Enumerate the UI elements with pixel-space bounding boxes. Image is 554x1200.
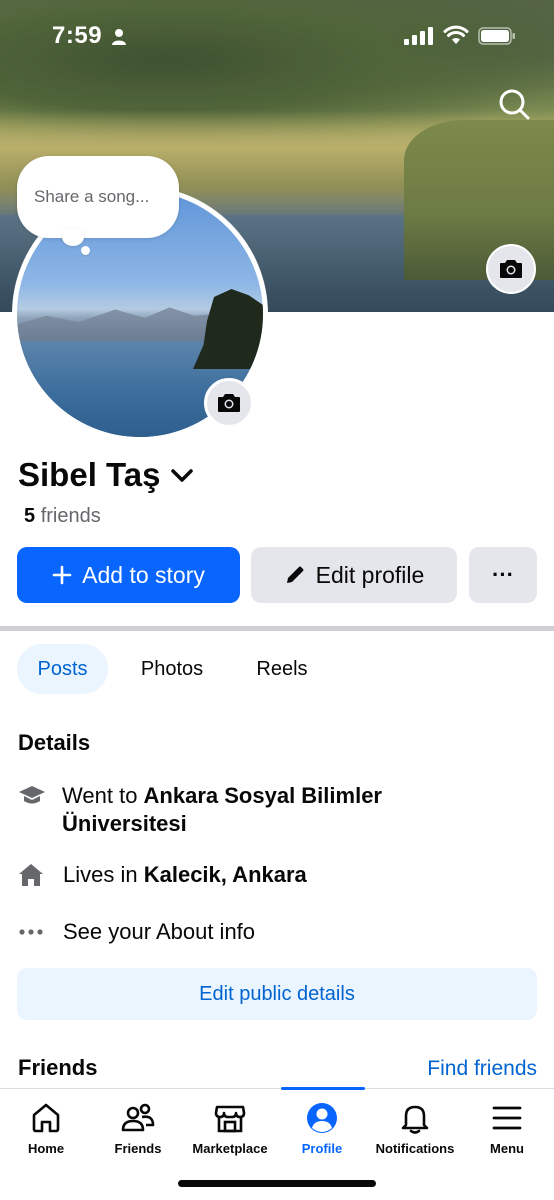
tab-reels[interactable]: Reels bbox=[248, 644, 316, 694]
lives-prefix: Lives in bbox=[63, 862, 144, 887]
wifi-icon bbox=[443, 25, 469, 44]
bell-icon bbox=[401, 1105, 429, 1134]
search-icon[interactable] bbox=[496, 86, 532, 122]
more-button[interactable]: ··· bbox=[469, 547, 537, 603]
battery-icon bbox=[478, 27, 515, 45]
section-divider bbox=[0, 626, 554, 631]
tab-photos[interactable]: Photos bbox=[130, 644, 214, 694]
detail-about[interactable]: See your About info bbox=[18, 918, 255, 946]
profile-name: Sibel Taş bbox=[18, 456, 161, 493]
detail-lives: Lives in Kalecik, Ankara bbox=[18, 861, 307, 889]
nav-profile-label: Profile bbox=[301, 1141, 343, 1156]
house-icon bbox=[18, 861, 48, 889]
tab-reels-label: Reels bbox=[256, 657, 308, 680]
status-bar: 7:59 bbox=[0, 0, 554, 72]
more-icon: ··· bbox=[492, 562, 514, 587]
friends-count[interactable]: 5 friends bbox=[24, 505, 101, 528]
home-icon bbox=[32, 1103, 60, 1133]
nav-marketplace[interactable]: Marketplace bbox=[184, 1101, 276, 1156]
friends-count-number: 5 bbox=[24, 505, 36, 527]
detail-lives-text: Lives in Kalecik, Ankara bbox=[63, 861, 307, 889]
home-indicator bbox=[178, 1180, 376, 1187]
signal-icon bbox=[404, 27, 433, 45]
nav-profile[interactable]: Profile bbox=[276, 1101, 368, 1156]
edit-profile-button[interactable]: Edit profile bbox=[251, 547, 457, 603]
friends-count-label: friends bbox=[40, 505, 101, 527]
friends-icon bbox=[121, 1103, 155, 1132]
status-time: 7:59 bbox=[52, 22, 103, 49]
share-song-text: Share a song... bbox=[34, 187, 150, 206]
profile-name-row[interactable]: Sibel Taş bbox=[18, 456, 194, 494]
tab-photos-label: Photos bbox=[140, 657, 204, 680]
lives-place[interactable]: Kalecik, Ankara bbox=[144, 862, 307, 887]
friends-heading: Friends bbox=[18, 1055, 98, 1080]
nav-friends[interactable]: Friends bbox=[92, 1101, 184, 1156]
tab-posts[interactable]: Posts bbox=[17, 644, 108, 694]
ellipsis-icon bbox=[18, 918, 48, 946]
avatar-camera-button[interactable] bbox=[204, 378, 254, 428]
about-link: See your About info bbox=[63, 919, 256, 944]
nav-marketplace-label: Marketplace bbox=[192, 1141, 268, 1156]
add-to-story-button[interactable]: Add to story bbox=[17, 547, 240, 603]
plus-icon bbox=[52, 565, 72, 585]
school-prefix: Went to bbox=[62, 783, 144, 808]
nav-home[interactable]: Home bbox=[0, 1101, 92, 1156]
detail-school-text: Went to Ankara Sosyal Bilimler Üniversit… bbox=[62, 782, 498, 838]
share-song-bubble[interactable]: Share a song... bbox=[17, 156, 179, 238]
bubble-tail-large bbox=[62, 228, 84, 246]
marketplace-icon bbox=[214, 1105, 246, 1133]
nav-friends-label: Friends bbox=[114, 1141, 162, 1156]
nav-notifications-label: Notifications bbox=[375, 1141, 455, 1156]
active-tab-indicator bbox=[281, 1087, 365, 1090]
camera-icon bbox=[218, 394, 240, 412]
bubble-tail-small bbox=[81, 246, 90, 255]
edit-profile-label: Edit profile bbox=[315, 561, 425, 588]
graduation-cap-icon bbox=[18, 782, 47, 810]
nav-home-label: Home bbox=[27, 1141, 65, 1156]
edit-public-details-label: Edit public details bbox=[199, 982, 355, 1005]
find-friends-link[interactable]: Find friends bbox=[427, 1057, 537, 1081]
nav-menu-label: Menu bbox=[490, 1141, 524, 1156]
add-to-story-label: Add to story bbox=[82, 561, 205, 588]
cover-camera-button[interactable] bbox=[486, 244, 536, 294]
nav-menu[interactable]: Menu bbox=[461, 1101, 553, 1156]
menu-icon bbox=[492, 1106, 522, 1130]
nav-notifications[interactable]: Notifications bbox=[369, 1101, 461, 1156]
chevron-down-icon[interactable] bbox=[170, 468, 194, 484]
pencil-icon bbox=[286, 566, 304, 583]
detail-school: Went to Ankara Sosyal Bilimler Üniversit… bbox=[18, 782, 498, 838]
details-heading: Details bbox=[18, 730, 91, 755]
tab-posts-label: Posts bbox=[37, 657, 88, 680]
camera-icon bbox=[500, 260, 522, 278]
person-icon bbox=[112, 29, 126, 45]
profile-icon bbox=[307, 1103, 337, 1133]
edit-public-details-button[interactable]: Edit public details bbox=[17, 968, 537, 1020]
